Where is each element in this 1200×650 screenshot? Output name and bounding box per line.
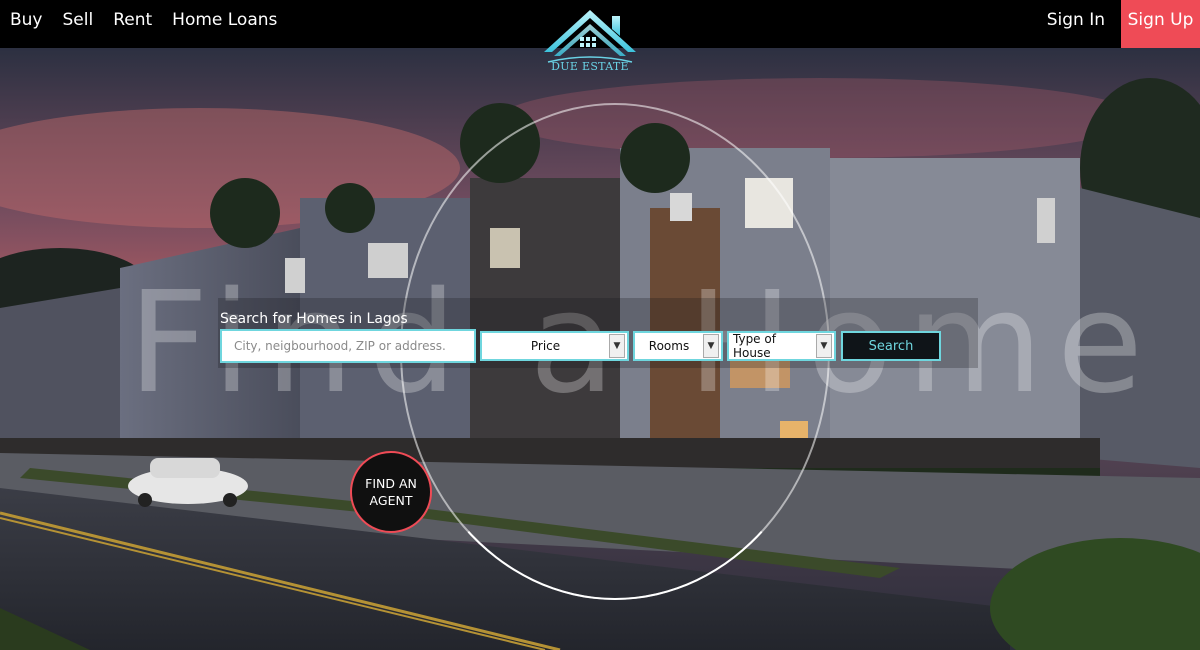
house-type-select-value: Type of House — [733, 332, 776, 360]
search-title: Search for Homes in Lagos — [220, 311, 408, 327]
sign-in-link[interactable]: Sign In — [1031, 0, 1121, 48]
brand-name: DUE ESTATE — [551, 60, 629, 73]
house-type-select[interactable]: Type of House ▼ — [727, 331, 836, 361]
nav-home-loans-link[interactable]: Home Loans — [172, 10, 277, 30]
nav-buy-link[interactable]: Buy — [10, 10, 43, 30]
sign-up-button[interactable]: Sign Up — [1121, 0, 1200, 48]
nav-links: Buy Sell Rent Home Loans — [10, 0, 277, 40]
location-search-input[interactable] — [220, 329, 476, 363]
search-form: Price ▼ Rooms ▼ Type of House ▼ Search — [220, 329, 941, 363]
auth-links: Sign In Sign Up — [1031, 0, 1200, 48]
chevron-down-icon: ▼ — [816, 334, 832, 358]
find-agent-button[interactable]: FIND AN AGENT — [350, 451, 432, 533]
house-roof-icon — [544, 10, 636, 63]
brand-logo[interactable]: DUE ESTATE — [540, 6, 640, 78]
chevron-down-icon: ▼ — [609, 334, 625, 358]
price-select[interactable]: Price ▼ — [480, 331, 629, 361]
rooms-select-value: Rooms — [648, 339, 690, 353]
nav-sell-link[interactable]: Sell — [63, 10, 94, 30]
price-select-value: Price — [530, 339, 561, 353]
rooms-select[interactable]: Rooms ▼ — [633, 331, 723, 361]
search-button[interactable]: Search — [841, 331, 941, 361]
find-agent-label: FIND AN AGENT — [365, 476, 417, 508]
chevron-down-icon: ▼ — [703, 334, 719, 358]
nav-rent-link[interactable]: Rent — [113, 10, 152, 30]
